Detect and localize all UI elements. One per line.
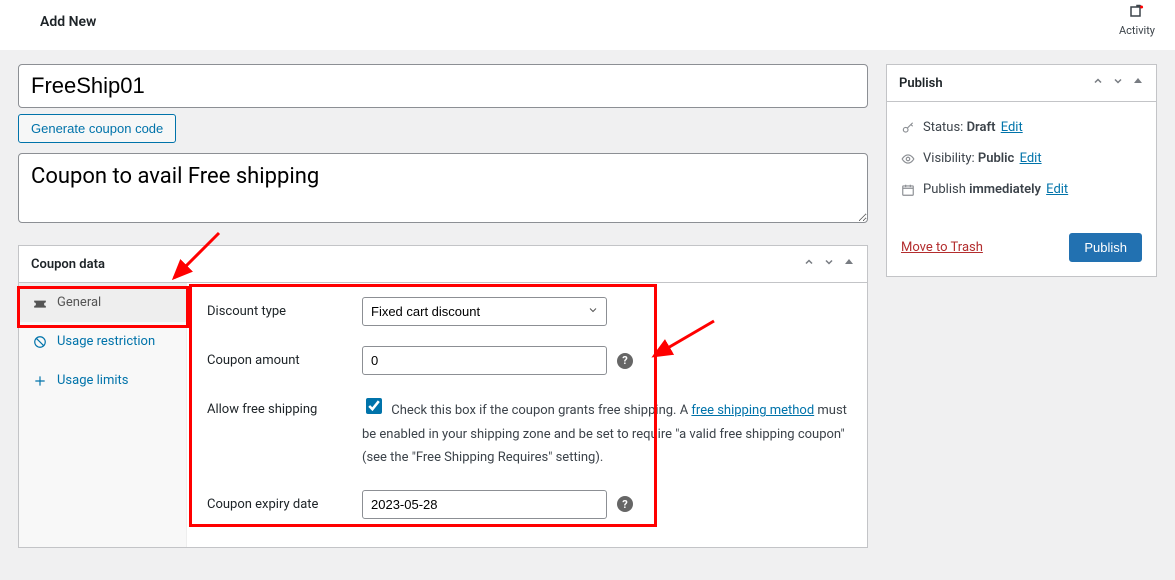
expand-icon bbox=[33, 374, 47, 388]
activity-label: Activity bbox=[1119, 24, 1155, 37]
free-shipping-method-link[interactable]: free shipping method bbox=[691, 403, 814, 418]
visibility-row: Visibility: Public Edit bbox=[901, 143, 1142, 174]
tab-label: Usage limits bbox=[57, 373, 128, 388]
edit-status-link[interactable]: Edit bbox=[1001, 120, 1023, 135]
form-area: Discount type Fixed cart discount bbox=[187, 283, 867, 546]
move-to-trash-link[interactable]: Move to Trash bbox=[901, 240, 983, 255]
field-label: Coupon amount bbox=[207, 346, 362, 368]
tab-label: General bbox=[57, 295, 101, 310]
field-expiry: Coupon expiry date ? bbox=[207, 490, 847, 519]
panel-down-icon[interactable] bbox=[1112, 75, 1124, 91]
coupon-amount-input[interactable] bbox=[362, 346, 607, 375]
publish-button[interactable]: Publish bbox=[1069, 233, 1142, 262]
visibility-value: Public bbox=[978, 151, 1014, 166]
generate-code-button[interactable]: Generate coupon code bbox=[18, 114, 176, 143]
edit-schedule-link[interactable]: Edit bbox=[1046, 182, 1068, 197]
top-bar: Add New Activity bbox=[0, 0, 1175, 50]
edit-visibility-link[interactable]: Edit bbox=[1020, 151, 1042, 166]
panel-down-icon[interactable] bbox=[823, 256, 835, 272]
key-icon bbox=[901, 121, 915, 135]
field-label: Coupon expiry date bbox=[207, 490, 362, 512]
tabs-sidebar: General Usage restriction Usage limits bbox=[19, 283, 187, 546]
panel-title: Publish bbox=[899, 76, 943, 91]
publish-panel: Publish Status: Draft Edit Visibility: P… bbox=[886, 64, 1157, 277]
panel-up-icon[interactable] bbox=[1092, 75, 1104, 91]
field-label: Discount type bbox=[207, 297, 362, 319]
panel-title: Coupon data bbox=[31, 257, 105, 272]
page-title: Add New bbox=[40, 0, 96, 30]
panel-header: Publish bbox=[887, 65, 1156, 102]
panel-header: Coupon data bbox=[19, 246, 867, 283]
tab-label: Usage restriction bbox=[57, 334, 155, 349]
field-free-shipping: Allow free shipping Check this box if th… bbox=[207, 395, 847, 469]
coupon-data-panel: Coupon data Gener bbox=[18, 245, 868, 547]
free-shipping-desc-pre: Check this box if the coupon grants free… bbox=[391, 403, 691, 418]
status-row: Status: Draft Edit bbox=[901, 112, 1142, 143]
tab-usage-restriction[interactable]: Usage restriction bbox=[19, 322, 186, 361]
eye-icon bbox=[901, 152, 915, 166]
schedule-row: Publish immediately Edit bbox=[901, 174, 1142, 205]
activity-icon bbox=[1128, 4, 1146, 22]
help-icon[interactable]: ? bbox=[617, 496, 633, 512]
panel-toggle-icon[interactable] bbox=[843, 256, 855, 272]
help-icon[interactable]: ? bbox=[617, 353, 633, 369]
schedule-label: Publish bbox=[923, 182, 966, 197]
tab-usage-limits[interactable]: Usage limits bbox=[19, 361, 186, 400]
free-shipping-checkbox[interactable] bbox=[366, 398, 382, 414]
calendar-icon bbox=[901, 183, 915, 197]
coupon-description-input[interactable]: Coupon to avail Free shipping bbox=[18, 153, 868, 223]
ban-icon bbox=[33, 335, 47, 349]
status-label: Status: bbox=[923, 120, 963, 135]
field-coupon-amount: Coupon amount ? bbox=[207, 346, 847, 375]
schedule-value: immediately bbox=[969, 182, 1041, 197]
coupon-code-input[interactable] bbox=[18, 64, 868, 108]
panel-up-icon[interactable] bbox=[803, 256, 815, 272]
field-discount-type: Discount type Fixed cart discount bbox=[207, 297, 847, 326]
tab-general[interactable]: General bbox=[19, 283, 186, 322]
status-value: Draft bbox=[967, 120, 996, 135]
ticket-icon bbox=[33, 296, 47, 310]
expiry-date-input[interactable] bbox=[362, 490, 607, 519]
field-label: Allow free shipping bbox=[207, 395, 362, 417]
discount-type-select[interactable]: Fixed cart discount bbox=[362, 297, 607, 326]
activity-button[interactable]: Activity bbox=[1119, 0, 1155, 37]
panel-toggle-icon[interactable] bbox=[1132, 75, 1144, 91]
visibility-label: Visibility: bbox=[923, 151, 975, 166]
